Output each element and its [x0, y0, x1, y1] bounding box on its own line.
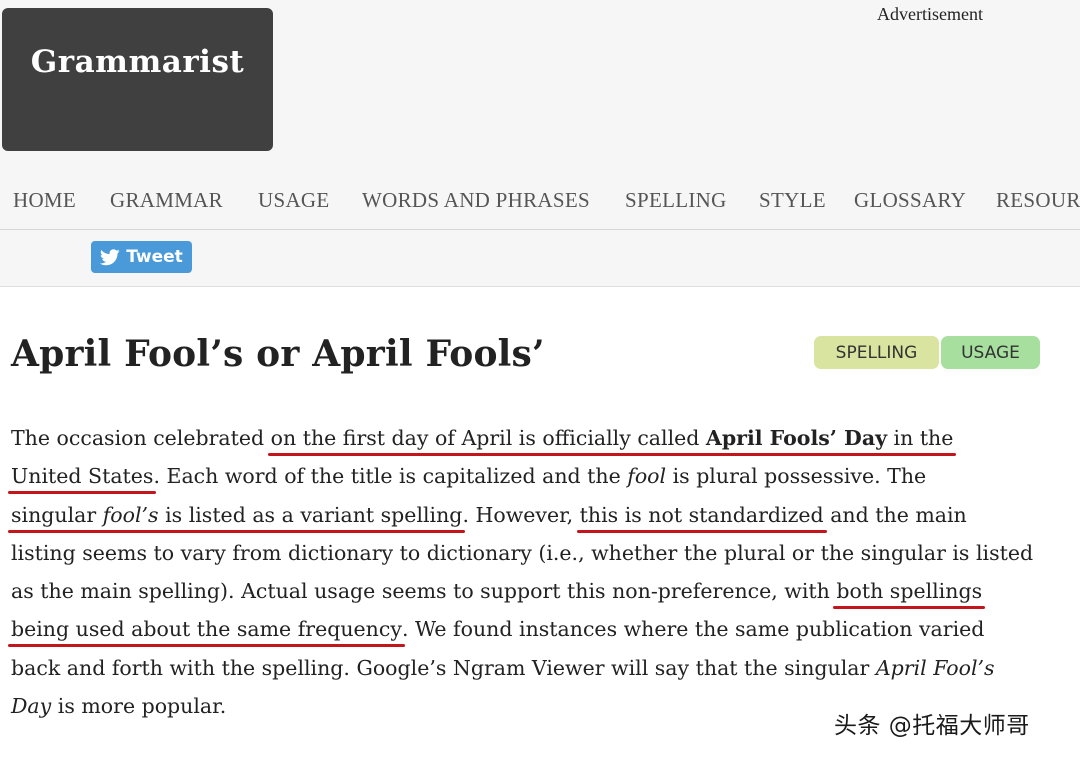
article-line: listing seems to vary from dictionary to… [11, 540, 1034, 565]
watermark: 头条 @托福大师哥 [834, 713, 1030, 739]
advertisement-label: Advertisement [877, 4, 983, 24]
nav-item-resources[interactable]: RESOUR [996, 188, 1080, 213]
underlined-phrase: this is not standardized [579, 502, 824, 527]
article-line: singular fool’s is listed as a variant s… [11, 496, 1071, 534]
site-logo[interactable]: Grammarist [2, 8, 273, 151]
article-line: back and forth with the spelling. Google… [11, 649, 1071, 687]
article-line: being used about the same frequency. We … [11, 610, 1071, 648]
article-title: April Fool’s or April Fools’ [11, 333, 545, 375]
share-bar: Tweet [0, 230, 1080, 287]
underlined-phrase: both spellings [836, 579, 983, 604]
nav-item-grammar[interactable]: GRAMMAR [110, 188, 223, 213]
tag-spelling[interactable]: SPELLING [814, 336, 939, 369]
italic-term: Day [11, 694, 52, 719]
italic-term: fool [627, 464, 667, 489]
underlined-phrase: in the [887, 426, 954, 450]
article-line: United States. Each word of the title is… [11, 457, 1071, 495]
underlined-phrase: United States [11, 464, 154, 489]
text: is plural possessive. The [666, 464, 927, 489]
tweet-button[interactable]: Tweet [91, 241, 192, 273]
tag-usage[interactable]: USAGE [941, 336, 1040, 369]
nav-item-spelling[interactable]: SPELLING [625, 188, 727, 213]
text: back and forth with the spelling. Google… [11, 655, 876, 680]
site-header: Grammarist Advertisement HOME GRAMMAR US… [0, 0, 1080, 230]
underlined-phrase: being used about the same frequency [11, 617, 402, 642]
nav-item-style[interactable]: STYLE [759, 188, 826, 213]
twitter-bird-icon [100, 248, 120, 265]
nav-item-home[interactable]: HOME [13, 188, 76, 213]
text: . Each word of the title is capitalized … [153, 464, 628, 489]
article-line: The occasion celebrated on the first day… [11, 419, 1071, 457]
underlined-phrase: singular [11, 502, 103, 527]
text: . We found instances where the same publ… [401, 617, 985, 642]
bold-term: April Fools’ Day [705, 426, 888, 450]
article-body: The occasion celebrated on the first day… [11, 419, 1071, 725]
nav-item-words-and-phrases[interactable]: WORDS AND PHRASES [362, 188, 590, 213]
nav-item-usage[interactable]: USAGE [258, 188, 330, 213]
tweet-label: Tweet [126, 247, 183, 267]
italic-term: April Fool’s [875, 655, 995, 680]
underlined-phrase: on the first day of April is officially … [270, 426, 706, 450]
nav-item-glossary[interactable]: GLOSSARY [854, 188, 966, 213]
text: is more popular. [51, 694, 227, 719]
text: as the main spelling). Actual usage seem… [11, 579, 837, 604]
logo-text: Grammarist [30, 44, 245, 80]
text: . However, [462, 502, 580, 527]
underlined-phrase: is listed as a variant spelling [158, 502, 463, 527]
text: and the main [823, 502, 967, 527]
text: The occasion celebrated [11, 426, 271, 450]
italic-term: fool’s [102, 502, 159, 527]
article-line: as the main spelling). Actual usage seem… [11, 572, 1071, 610]
main-nav: HOME GRAMMAR USAGE WORDS AND PHRASES SPE… [0, 183, 1080, 230]
